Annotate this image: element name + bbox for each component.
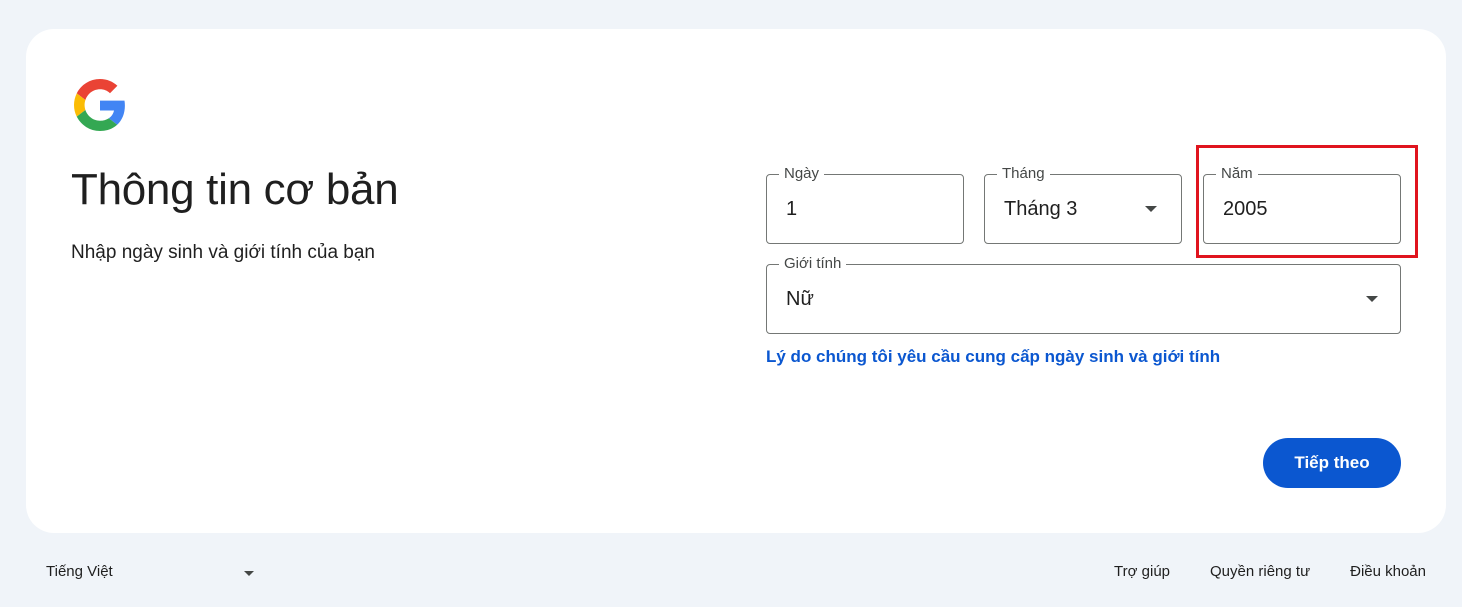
- caret-down-icon: [244, 571, 254, 576]
- caret-down-icon: [1145, 206, 1157, 212]
- google-g-logo-icon: [74, 79, 125, 131]
- footer-link-privacy[interactable]: Quyền riêng tư: [1210, 563, 1310, 580]
- next-button[interactable]: Tiếp theo: [1263, 438, 1401, 488]
- caret-down-icon: [1366, 296, 1378, 302]
- month-select-value: Tháng 3: [1004, 197, 1078, 220]
- year-field[interactable]: Năm 2005: [1203, 164, 1401, 244]
- gender-select[interactable]: Giới tính Nữ: [766, 254, 1401, 334]
- year-field-value: 2005: [1223, 197, 1268, 220]
- page-subtitle: Nhập ngày sinh và giới tính của bạn: [71, 242, 375, 263]
- footer-links: Trợ giúp Quyền riêng tư Điều khoản: [1114, 563, 1426, 580]
- footer-link-terms[interactable]: Điều khoản: [1350, 563, 1426, 580]
- month-select[interactable]: Tháng Tháng 3: [984, 164, 1182, 244]
- day-field[interactable]: Ngày 1: [766, 164, 964, 244]
- day-field-value: 1: [786, 197, 798, 220]
- page-title: Thông tin cơ bản: [71, 165, 399, 214]
- footer-link-help[interactable]: Trợ giúp: [1114, 563, 1170, 580]
- main-card: Thông tin cơ bản Nhập ngày sinh và giới …: [26, 29, 1446, 533]
- why-birthday-gender-link[interactable]: Lý do chúng tôi yêu cầu cung cấp ngày si…: [766, 347, 1220, 367]
- gender-select-value: Nữ: [786, 287, 814, 310]
- language-select-label: Tiếng Việt: [46, 563, 113, 580]
- language-select[interactable]: Tiếng Việt: [46, 560, 256, 584]
